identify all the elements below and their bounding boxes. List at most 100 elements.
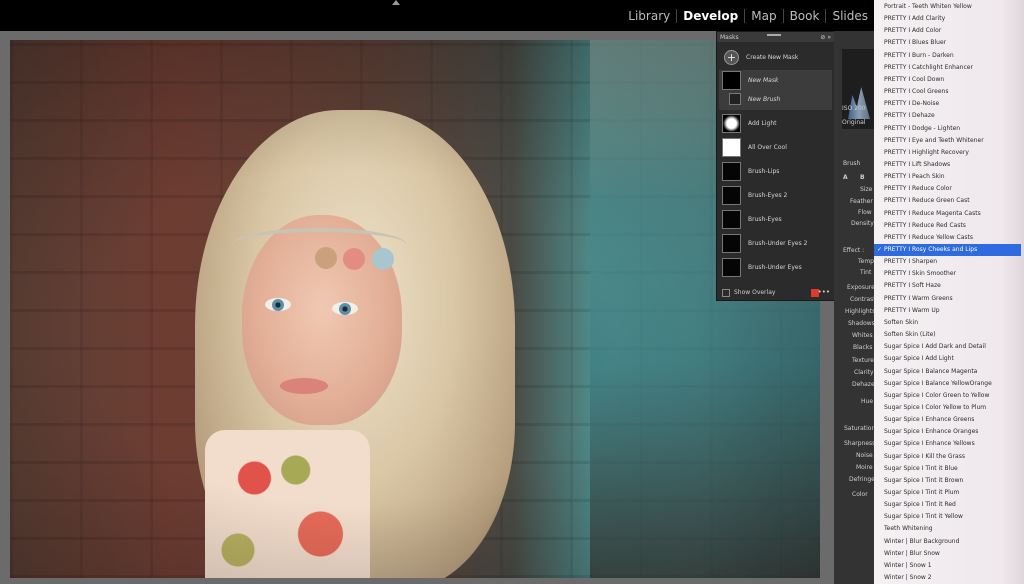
preset-menu-item-label: PRETTY I Highlight Recovery <box>884 148 969 156</box>
preset-menu-item[interactable]: Portrait - Teeth Whiten Yellow <box>874 1 1024 13</box>
preset-menu-item-label: PRETTY I Reduce Color <box>884 185 952 193</box>
preset-menu-item[interactable]: PRETTY I Soft Haze <box>874 280 1024 292</box>
preset-menu-item-label: PRETTY I Reduce Magenta Casts <box>884 209 981 217</box>
panel-close-icon[interactable]: ⊘ » <box>820 34 831 41</box>
mask-item-add-light[interactable]: Add Light <box>719 112 832 134</box>
mask-item-brush-under-eyes[interactable]: Brush-Under Eyes <box>719 256 832 278</box>
preset-menu-item[interactable]: Sugar Spice I Tint it Yellow <box>874 511 1024 523</box>
preset-menu-item[interactable]: PRETTY I Reduce Green Cast <box>874 195 1024 207</box>
preset-menu-item[interactable]: Sugar Spice I Add Light <box>874 353 1024 365</box>
preset-menu-item-label: Sugar Spice I Balance Magenta <box>884 367 978 375</box>
preset-menu-item-label: PRETTY I Eye and Teeth Whitener <box>884 136 984 144</box>
preset-menu-item[interactable]: Winter | Snow 1 <box>874 560 1024 572</box>
develop-right-panel: ISO 200 Original Brush A B Size Feather … <box>834 31 876 584</box>
preset-menu-item-label: Sugar Spice I Color Green to Yellow <box>884 391 990 399</box>
mask-label: New Brush <box>748 95 781 103</box>
preset-menu-item[interactable]: Sugar Spice I Tint it Brown <box>874 475 1024 487</box>
preset-menu-item-label: Sugar Spice I Tint it Red <box>884 501 956 509</box>
brush-a-tab[interactable]: A <box>843 174 848 181</box>
preset-menu-item[interactable]: PRETTY I Peach Skin <box>874 171 1024 183</box>
blacks-label: Blacks <box>853 344 873 351</box>
masks-footer: Show Overlay ••• <box>717 285 834 300</box>
preset-menu-item[interactable]: Sugar Spice I Add Dark and Detail <box>874 341 1024 353</box>
module-library[interactable]: Library <box>622 9 676 23</box>
plus-icon: + <box>724 49 739 65</box>
module-map[interactable]: Map <box>744 9 782 23</box>
preset-menu-item[interactable]: Winter | Blur Snow <box>874 548 1024 560</box>
preset-menu-item[interactable]: Winter | Blur Background <box>874 536 1024 548</box>
preset-menu-item[interactable]: PRETTY I Highlight Recovery <box>874 147 1024 159</box>
preset-menu-item[interactable]: PRETTY I Reduce Magenta Casts <box>874 208 1024 220</box>
preset-menu-item[interactable]: PRETTY I Reduce Color <box>874 183 1024 195</box>
preset-menu-item[interactable]: Sugar Spice I Color Green to Yellow <box>874 390 1024 402</box>
drag-handle-icon[interactable] <box>767 34 781 36</box>
module-book[interactable]: Book <box>782 9 826 23</box>
mask-thumbnail <box>722 185 741 205</box>
preset-menu-item[interactable]: PRETTY I Cool Down <box>874 74 1024 86</box>
mask-item-brush-eyes-2[interactable]: Brush-Eyes 2 <box>719 184 832 206</box>
sharpness-label: Sharpness <box>844 440 876 447</box>
preset-menu-item-label: PRETTY I Cool Greens <box>884 88 949 96</box>
moire-label: Moire <box>856 464 873 471</box>
mask-thumbnail <box>722 71 741 90</box>
preset-menu-item[interactable]: PRETTY I Dehaze <box>874 110 1024 122</box>
effect-label[interactable]: Effect : <box>843 247 864 254</box>
mask-item-brush-lips[interactable]: Brush-Lips <box>719 160 832 182</box>
preset-menu-item[interactable]: Soften Skin <box>874 317 1024 329</box>
preset-menu-item[interactable]: Sugar Spice I Kill the Grass <box>874 451 1024 463</box>
original-toggle[interactable]: Original <box>842 119 865 126</box>
module-slides[interactable]: Slides <box>825 9 874 23</box>
preset-menu-item[interactable]: Sugar Spice I Tint it Plum <box>874 487 1024 499</box>
preset-dropdown-menu[interactable]: Portrait - Teeth Whiten Yellow PRETTY I A… <box>874 0 1024 584</box>
module-develop[interactable]: Develop <box>676 9 744 23</box>
preset-menu-item[interactable]: Sugar Spice I Color Yellow to Plum <box>874 402 1024 414</box>
preset-menu-item[interactable]: PRETTY I Warm Up <box>874 305 1024 317</box>
texture-label: Texture <box>852 357 874 364</box>
preset-menu-item[interactable]: PRETTY I Eye and Teeth Whitener <box>874 135 1024 147</box>
preset-menu-item[interactable]: Soften Skin (Lite) <box>874 329 1024 341</box>
preset-menu-item[interactable]: ✓ PRETTY I Rosy Cheeks and Lips <box>874 244 1021 256</box>
preset-menu-item[interactable]: PRETTY I Dodge - Lighten <box>874 123 1024 135</box>
mask-item-brush-under-eyes-2[interactable]: Brush-Under Eyes 2 <box>719 232 832 254</box>
mask-item-brush-eyes[interactable]: Brush-Eyes <box>719 208 832 230</box>
preset-menu-item[interactable]: PRETTY I Skin Smoother <box>874 268 1024 280</box>
preset-menu-item[interactable]: PRETTY I Add Color <box>874 25 1024 37</box>
collapse-panel-icon[interactable] <box>392 0 400 5</box>
masks-header[interactable]: Masks ⊘ » <box>717 32 834 42</box>
mask-item-all-over-cool[interactable]: All Over Cool <box>719 136 832 158</box>
preset-menu-item[interactable]: PRETTY I Warm Greens <box>874 293 1024 305</box>
preset-menu-item[interactable]: Sugar Spice I Tint it Red <box>874 499 1024 511</box>
mask-item-new-brush[interactable]: New Brush <box>719 92 832 106</box>
preset-menu-item[interactable]: PRETTY I Catchlight Enhancer <box>874 62 1024 74</box>
preset-menu-item[interactable]: PRETTY I Reduce Yellow Casts <box>874 232 1024 244</box>
preset-menu-item[interactable]: Winter | Snow 2 <box>874 572 1024 584</box>
preset-menu-item[interactable]: Sugar Spice I Enhance Oranges <box>874 426 1024 438</box>
preset-menu-item[interactable]: Sugar Spice I Tint it Blue <box>874 463 1024 475</box>
highlights-label: Highlights <box>845 308 876 315</box>
show-overlay-checkbox[interactable] <box>722 288 730 297</box>
preset-menu-item[interactable]: Teeth Whitening <box>874 523 1024 535</box>
preset-menu-item[interactable]: Sugar Spice I Balance YellowOrange <box>874 378 1024 390</box>
iso-readout: ISO 200 <box>842 105 866 112</box>
preset-menu-item[interactable]: PRETTY I Add Clarity <box>874 13 1024 25</box>
photo-canvas[interactable] <box>10 40 820 578</box>
preset-menu-item[interactable]: PRETTY I Blues Bluer <box>874 37 1024 49</box>
more-options-icon[interactable]: ••• <box>818 288 830 296</box>
preset-menu-item[interactable]: PRETTY I Burn - Darken <box>874 50 1024 62</box>
preset-menu-item[interactable]: Sugar Spice I Enhance Yellows <box>874 438 1024 450</box>
preset-menu-item-label: PRETTY I Catchlight Enhancer <box>884 63 973 71</box>
preset-menu-item-label: Sugar Spice I Tint it Blue <box>884 464 958 472</box>
brush-b-tab[interactable]: B <box>860 174 865 181</box>
preset-menu-item[interactable]: PRETTY I Reduce Red Casts <box>874 220 1024 232</box>
preset-menu-item[interactable]: PRETTY I Cool Greens <box>874 86 1024 98</box>
preset-menu-item[interactable]: PRETTY I Sharpen <box>874 256 1024 268</box>
create-new-mask-button[interactable]: + Create New Mask <box>719 46 832 68</box>
preset-menu-item[interactable]: PRETTY I De-Noise <box>874 98 1024 110</box>
preset-menu-item-label: PRETTY I Peach Skin <box>884 173 945 181</box>
preset-menu-item[interactable]: Sugar Spice I Enhance Greens <box>874 414 1024 426</box>
create-mask-label: Create New Mask <box>746 53 799 61</box>
preset-menu-item-label: PRETTY I De-Noise <box>884 100 940 108</box>
preset-menu-item[interactable]: PRETTY I Lift Shadows <box>874 159 1024 171</box>
preset-menu-item[interactable]: Sugar Spice I Balance Magenta <box>874 366 1024 378</box>
preset-menu-item-label: Sugar Spice I Kill the Grass <box>884 452 965 460</box>
